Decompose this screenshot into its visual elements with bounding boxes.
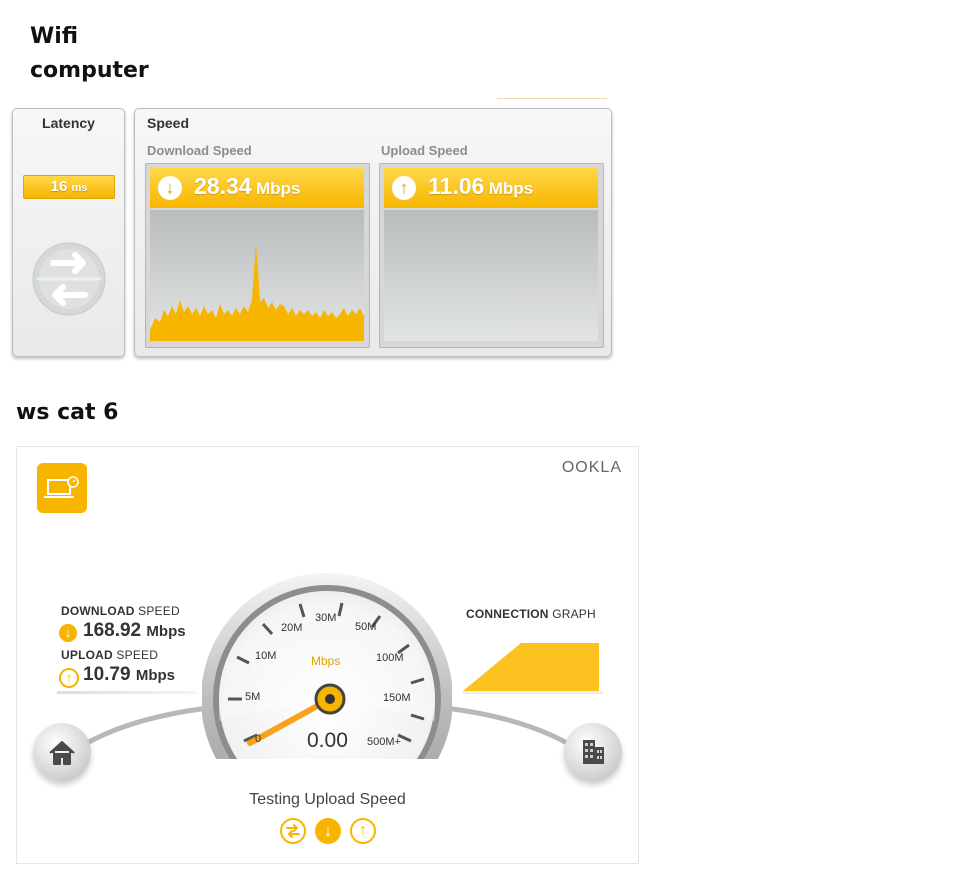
latency-badge: 16 ms [23, 175, 115, 199]
download-speed-bar: ↓ 28.34 Mbps [150, 168, 364, 208]
download-caption-rest: SPEED [134, 604, 180, 618]
gauge-tick-label-20m: 20M [281, 622, 303, 634]
download-caption-bold: DOWNLOAD [61, 604, 135, 618]
latency-value: 16 [50, 178, 68, 195]
upload-speed-label: Upload Speed [381, 143, 468, 158]
download-speed-caption: DOWNLOAD SPEED [61, 604, 180, 618]
upload-step-icon: ↑ [350, 818, 376, 844]
arrow-down-icon: ↓ [158, 176, 182, 200]
heading-ws-cat6: ws cat 6 [16, 400, 119, 425]
divider-line [497, 98, 607, 99]
download-speed-value: 28.34 [194, 173, 252, 199]
arrow-down-icon: ↓ [59, 624, 77, 642]
gauge-tick-label-10m: 10M [255, 650, 277, 662]
gauge-unit-label: Mbps [311, 654, 341, 668]
home-icon [33, 723, 91, 781]
download-step-icon: ↓ [315, 818, 341, 844]
speed-panel: Speed Download Speed Upload Speed ↓ 28.3… [134, 108, 612, 357]
download-result-unit: Mbps [146, 623, 186, 640]
ookla-card: OOKLA DOWNLOAD SPEED ↓ 168.92 Mbps UPLOA… [16, 446, 639, 864]
upload-caption-bold: UPLOAD [61, 648, 113, 662]
upload-speed-unit: Mbps [488, 179, 534, 198]
test-status: Testing Upload Speed [249, 791, 406, 808]
download-result-value: 168.92 [83, 620, 142, 641]
upload-box: ↑ 11.06 Mbps [379, 163, 604, 348]
gauge-tick-label-5m: 5M [245, 691, 261, 703]
download-speed-unit: Mbps [256, 179, 301, 198]
download-graph [150, 210, 364, 341]
download-speed-label: Download Speed [147, 143, 252, 158]
upload-speed-bar: ↑ 11.06 Mbps [384, 168, 598, 208]
gauge-tick-label-100m: 100M [376, 652, 404, 664]
heading-computer: computer [30, 58, 149, 83]
arrow-up-icon: ↑ [392, 176, 416, 200]
ookla-logo: OOKLA [561, 459, 622, 476]
latency-arrows-icon [32, 242, 106, 316]
upload-speed-caption: UPLOAD SPEED [61, 648, 158, 662]
upload-speed-value: 11.06 [428, 173, 485, 199]
upload-result-value: 10.79 [83, 664, 131, 685]
ping-icon [280, 818, 306, 844]
download-result: 168.92 Mbps [83, 620, 186, 642]
latency-panel: Latency 16 ms [12, 108, 125, 357]
latency-unit: ms [71, 182, 88, 194]
gauge-tick-label-500m: 500M+ [367, 736, 401, 748]
arrow-up-icon: ↑ [59, 668, 79, 688]
gauge-tick-label-50m: 50M [355, 621, 377, 633]
gauge-tick-label-0: 0 [255, 733, 262, 745]
gauge-reading: 0.00 [307, 729, 348, 752]
latency-title: Latency [42, 115, 95, 131]
graph-caption-bold: CONNECTION [466, 607, 549, 621]
gauge-tick-label-150m: 150M [383, 692, 411, 704]
connection-graph-caption: CONNECTION GRAPH [466, 607, 596, 621]
speed-title: Speed [147, 115, 190, 131]
laptop-speedometer-icon[interactable] [37, 463, 87, 513]
graph-caption-rest: GRAPH [548, 607, 596, 621]
gauge-tick-label-30m: 30M [315, 612, 337, 624]
upload-result-unit: Mbps [135, 667, 175, 684]
heading-wifi: Wifi [30, 24, 79, 49]
download-box: ↓ 28.34 Mbps [145, 163, 370, 348]
upload-graph [384, 210, 598, 341]
download-speed-readout: 28.34 Mbps [194, 173, 300, 200]
upload-speed-readout: 11.06 Mbps [428, 173, 533, 200]
upload-caption-rest: SPEED [112, 648, 159, 662]
building-icon [564, 723, 622, 781]
upload-result: 10.79 Mbps [83, 664, 175, 686]
download-graph-line [150, 244, 364, 341]
